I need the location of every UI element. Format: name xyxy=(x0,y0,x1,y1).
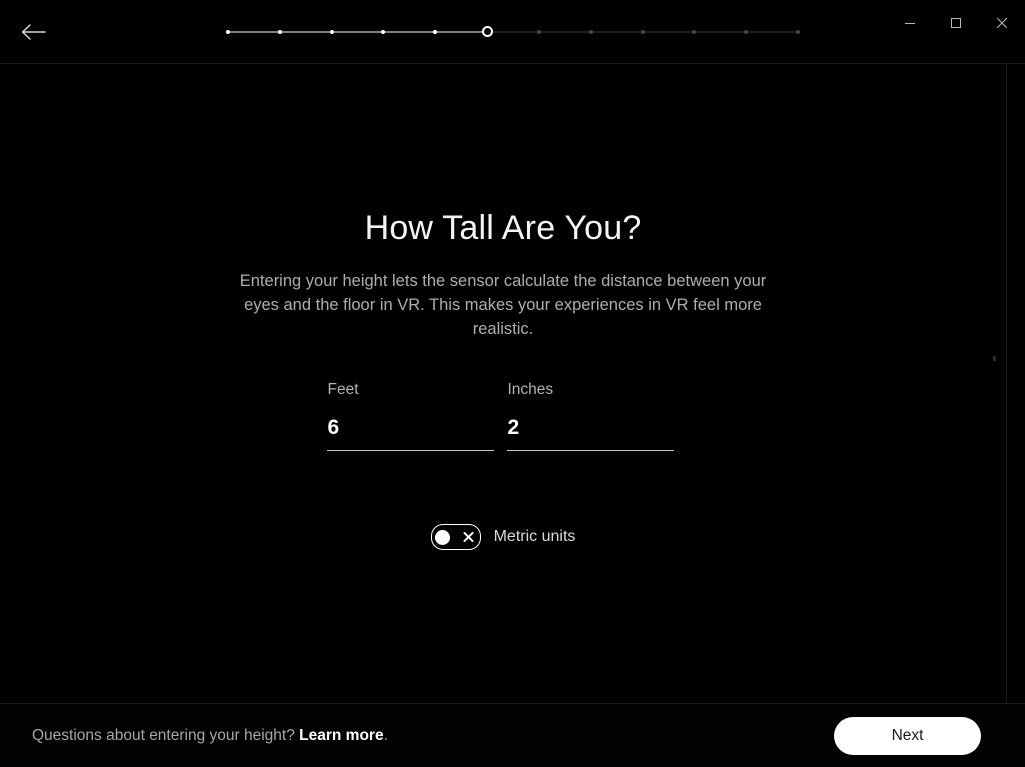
progress-segment xyxy=(331,31,384,32)
next-button[interactable]: Next xyxy=(834,716,981,755)
learn-more-link[interactable]: Learn more xyxy=(299,727,383,744)
metric-units-row: Metric units xyxy=(430,524,576,551)
scroll-indicator xyxy=(993,356,996,361)
setup-window: How Tall Are You? Entering your height l… xyxy=(0,0,1025,767)
progress-segment xyxy=(435,31,488,32)
footer-help-prefix: Questions about entering your height? xyxy=(32,726,300,744)
progress-step-1[interactable] xyxy=(226,29,230,34)
title-bar xyxy=(0,0,1025,64)
toggle-knob xyxy=(434,529,450,545)
metric-units-label[interactable]: Metric units xyxy=(494,528,576,546)
metric-units-toggle[interactable] xyxy=(430,524,481,551)
page-description: Entering your height lets the sensor cal… xyxy=(239,272,767,339)
content-panel: How Tall Are You? Entering your height l… xyxy=(0,64,1007,703)
inches-field-wrapper: Inches xyxy=(506,381,680,452)
feet-label: Feet xyxy=(327,381,359,399)
progress-segment xyxy=(228,31,280,32)
progress-segment xyxy=(538,31,591,32)
progress-segment xyxy=(642,31,695,32)
progress-step-8[interactable] xyxy=(588,29,593,34)
progress-step-10[interactable] xyxy=(692,29,697,34)
minimize-icon xyxy=(904,17,916,29)
progress-step-9[interactable] xyxy=(640,29,645,34)
maximize-button[interactable] xyxy=(933,0,979,46)
arrow-left-icon xyxy=(20,23,46,41)
height-input-group: Feet Inches xyxy=(326,381,680,452)
progress-segment xyxy=(487,31,539,32)
footer-help-suffix: . xyxy=(383,726,388,744)
progress-step-3[interactable] xyxy=(329,29,334,34)
setup-progress-stepper xyxy=(226,0,800,63)
progress-segment xyxy=(383,31,436,32)
progress-step-12[interactable] xyxy=(796,29,800,34)
progress-step-6[interactable] xyxy=(481,26,493,37)
progress-segment xyxy=(590,31,643,32)
progress-track xyxy=(226,23,800,41)
close-x-icon xyxy=(463,532,474,543)
close-button[interactable] xyxy=(979,0,1025,46)
inches-input[interactable] xyxy=(506,416,674,452)
progress-step-5[interactable] xyxy=(433,29,438,34)
progress-step-2[interactable] xyxy=(277,29,282,34)
page-title: How Tall Are You? xyxy=(364,209,642,247)
progress-segment xyxy=(746,31,798,32)
feet-field-wrapper: Feet xyxy=(326,381,500,452)
progress-segment xyxy=(694,31,747,32)
minimize-button[interactable] xyxy=(887,0,933,46)
close-icon xyxy=(996,17,1008,29)
feet-input[interactable] xyxy=(326,416,494,452)
back-button[interactable] xyxy=(14,13,52,51)
inches-label: Inches xyxy=(507,381,554,399)
content-area: How Tall Are You? Entering your height l… xyxy=(0,64,1025,703)
progress-step-7[interactable] xyxy=(536,29,541,34)
window-controls xyxy=(887,0,1025,46)
footer-help-text: Questions about entering your height? Le… xyxy=(32,727,388,745)
progress-step-11[interactable] xyxy=(744,29,749,34)
maximize-icon xyxy=(950,17,962,29)
footer-bar: Questions about entering your height? Le… xyxy=(0,703,1025,767)
progress-segment xyxy=(279,31,332,32)
